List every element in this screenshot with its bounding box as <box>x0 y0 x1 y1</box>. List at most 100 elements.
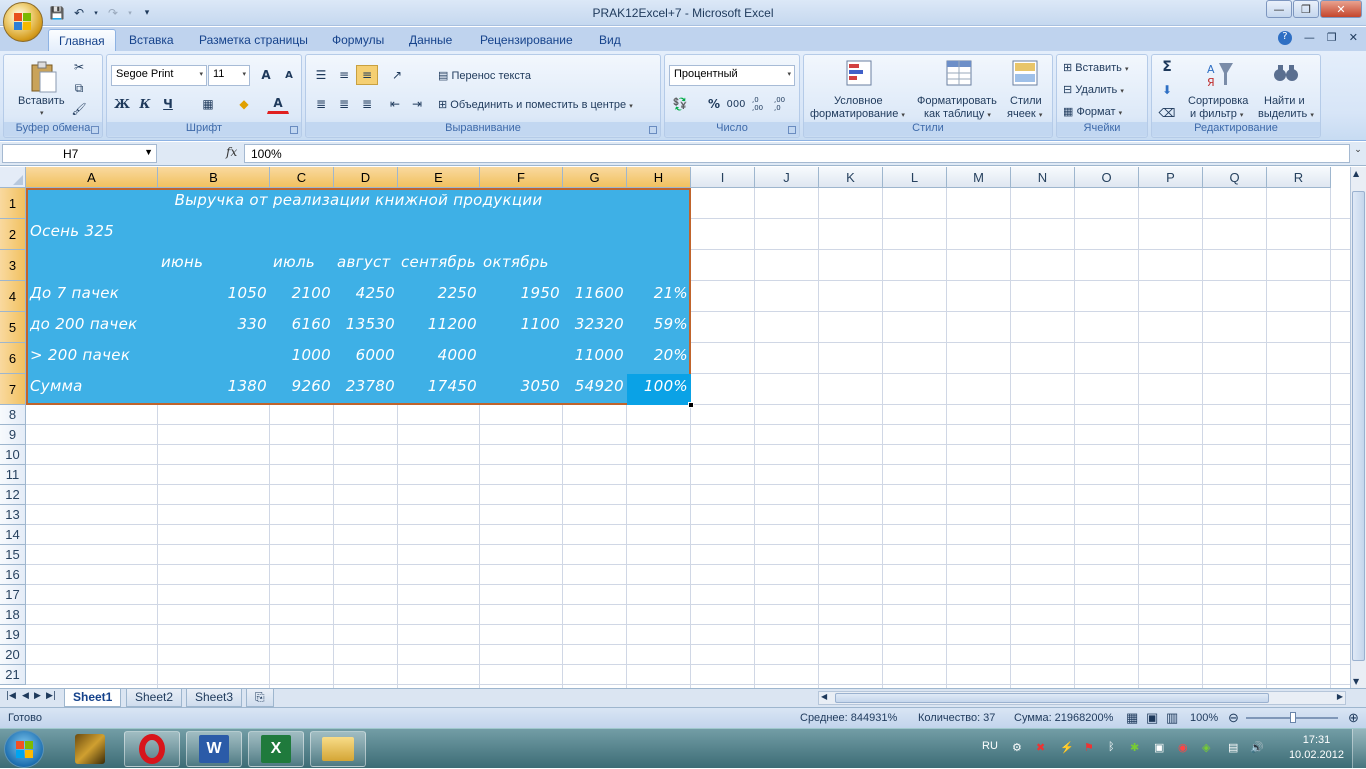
row-header-16[interactable]: 16 <box>0 565 26 585</box>
find-select-button[interactable]: Найти и <box>1264 95 1305 107</box>
row-label-cell[interactable]: Сумма <box>30 377 83 395</box>
bluetooth-icon[interactable]: ᛒ <box>1108 741 1115 753</box>
decrease-indent-icon[interactable]: ⇤ <box>384 94 406 114</box>
column-header-p[interactable]: P <box>1139 167 1203 188</box>
scroll-down-icon[interactable]: ▼ <box>1353 677 1359 686</box>
fill-handle[interactable] <box>688 402 694 408</box>
insert-function-button[interactable]: fx <box>226 145 237 159</box>
decrease-decimal-button[interactable]: ,00 ,0 <box>773 94 795 114</box>
row-header-20[interactable]: 20 <box>0 645 26 665</box>
conditional-formatting-icon[interactable] <box>844 59 876 89</box>
underline-button[interactable]: Ч <box>157 94 179 114</box>
row-header-14[interactable]: 14 <box>0 525 26 545</box>
row-header-17[interactable]: 17 <box>0 585 26 605</box>
cell-styles-button[interactable]: Стили <box>1010 95 1042 107</box>
data-cell-h4[interactable]: 21% <box>568 284 688 302</box>
row-label-cell[interactable]: > 200 пачек <box>30 346 130 364</box>
conditional-formatting-button[interactable]: Условное <box>834 95 883 107</box>
column-header-l[interactable]: L <box>883 167 947 188</box>
first-sheet-icon[interactable]: |◀ <box>6 691 16 701</box>
next-sheet-icon[interactable]: ▶ <box>34 691 41 701</box>
tab-review[interactable]: Рецензирование <box>470 29 583 51</box>
column-header-o[interactable]: O <box>1075 167 1139 188</box>
column-header-j[interactable]: J <box>755 167 819 188</box>
clipboard-launcher-icon[interactable] <box>91 126 99 134</box>
tray-icon-8[interactable]: ◉ <box>1178 741 1188 754</box>
ribbon-minimize-icon[interactable]: — <box>1304 31 1315 45</box>
conditional-formatting-label2[interactable]: форматирование ▾ <box>810 108 905 120</box>
zoom-out-icon[interactable]: ⊖ <box>1228 710 1239 726</box>
column-header-n[interactable]: N <box>1011 167 1075 188</box>
cell-styles-label2[interactable]: ячеек ▾ <box>1007 108 1042 120</box>
tab-formulas[interactable]: Формулы <box>322 29 394 51</box>
expand-formula-bar-icon[interactable]: ⌄ <box>1352 145 1364 162</box>
align-top-icon[interactable]: ☰ <box>310 65 332 85</box>
format-cells-button[interactable]: ▦ Формат ▾ <box>1063 105 1122 118</box>
tab-view[interactable]: Вид <box>589 29 631 51</box>
restore-button[interactable]: ❐ <box>1293 0 1319 18</box>
month-header-cell[interactable]: сентябрь <box>401 253 476 271</box>
row-header-3[interactable]: 3 <box>0 250 26 281</box>
show-desktop-button[interactable] <box>1352 729 1366 769</box>
grow-font-button[interactable]: A <box>255 65 277 85</box>
month-header-cell[interactable]: октябрь <box>483 253 549 271</box>
row-header-5[interactable]: 5 <box>0 312 26 343</box>
row-header-2[interactable]: 2 <box>0 219 26 250</box>
column-header-c[interactable]: C <box>270 167 334 188</box>
align-center-icon[interactable]: ≣ <box>333 94 355 114</box>
column-header-m[interactable]: M <box>947 167 1011 188</box>
sort-filter-icon[interactable]: АЯ <box>1204 59 1236 89</box>
italic-button[interactable]: К <box>134 94 156 114</box>
row-header-6[interactable]: 6 <box>0 343 26 374</box>
close-button[interactable]: ✕ <box>1320 0 1362 18</box>
taskbar-explorer[interactable] <box>310 731 366 767</box>
column-header-i[interactable]: I <box>691 167 755 188</box>
paste-button[interactable]: Вставить <box>18 95 65 107</box>
column-header-h[interactable]: H <box>627 167 691 188</box>
number-launcher-icon[interactable] <box>788 126 796 134</box>
align-middle-icon[interactable]: ≡ <box>333 65 355 85</box>
increase-indent-icon[interactable]: ⇥ <box>406 94 428 114</box>
scroll-right-icon[interactable]: ▶ <box>1337 692 1343 701</box>
minimize-button[interactable]: — <box>1266 0 1292 18</box>
cell-styles-icon[interactable] <box>1010 59 1042 89</box>
bold-button[interactable]: Ж <box>111 94 133 114</box>
align-bottom-icon[interactable]: ≡ <box>356 65 378 85</box>
cut-icon[interactable]: ✂ <box>68 57 90 77</box>
copy-icon[interactable]: ⧉ <box>68 78 90 98</box>
prev-sheet-icon[interactable]: ◀ <box>22 691 29 701</box>
sort-filter-button[interactable]: Сортировка <box>1188 95 1248 107</box>
zoom-slider-thumb[interactable] <box>1290 712 1296 723</box>
wrap-text-button[interactable]: ▤ Перенос текста <box>438 69 531 82</box>
find-select-icon[interactable] <box>1270 59 1302 89</box>
row-header-13[interactable]: 13 <box>0 505 26 525</box>
column-header-q[interactable]: Q <box>1203 167 1267 188</box>
currency-icon[interactable]: 💱 <box>669 94 691 114</box>
row-header-9[interactable]: 9 <box>0 425 26 445</box>
row-header-11[interactable]: 11 <box>0 465 26 485</box>
increase-decimal-button[interactable]: ,0 ,00 <box>751 94 773 114</box>
number-format-select[interactable]: Процентный ▾ <box>669 65 795 86</box>
percent-button[interactable]: % <box>703 94 725 114</box>
autosum-button[interactable]: Σ <box>1156 57 1178 77</box>
font-name-select[interactable]: Segoe Print ▾ <box>111 65 207 86</box>
sheet-tab-sheet3[interactable]: Sheet3 <box>186 689 243 707</box>
name-box-dropdown-icon[interactable]: ▼ <box>144 147 153 157</box>
insert-cells-button[interactable]: ⊞ Вставить ▾ <box>1063 61 1129 74</box>
tab-data[interactable]: Данные <box>399 29 462 51</box>
delete-cells-button[interactable]: ⊟ Удалить ▾ <box>1063 83 1124 96</box>
align-right-icon[interactable]: ≣ <box>356 94 378 114</box>
taskbar-excel[interactable]: X <box>248 731 304 767</box>
clock[interactable]: 17:31 10.02.2012 <box>1289 733 1344 763</box>
start-button[interactable] <box>4 730 44 768</box>
fill-color-icon[interactable]: ◆ <box>233 94 255 114</box>
font-size-select[interactable]: 11 ▾ <box>208 65 250 86</box>
paste-icon[interactable] <box>28 59 58 95</box>
row-header-1[interactable]: 1 <box>0 188 26 219</box>
borders-icon[interactable]: ▦ <box>197 94 219 114</box>
font-launcher-icon[interactable] <box>290 126 298 134</box>
tab-insert[interactable]: Вставка <box>119 29 184 51</box>
ribbon-restore-icon[interactable]: ❐ <box>1327 31 1337 45</box>
data-cell-h6[interactable]: 20% <box>568 346 688 364</box>
thousands-button[interactable]: 000 <box>725 94 747 114</box>
